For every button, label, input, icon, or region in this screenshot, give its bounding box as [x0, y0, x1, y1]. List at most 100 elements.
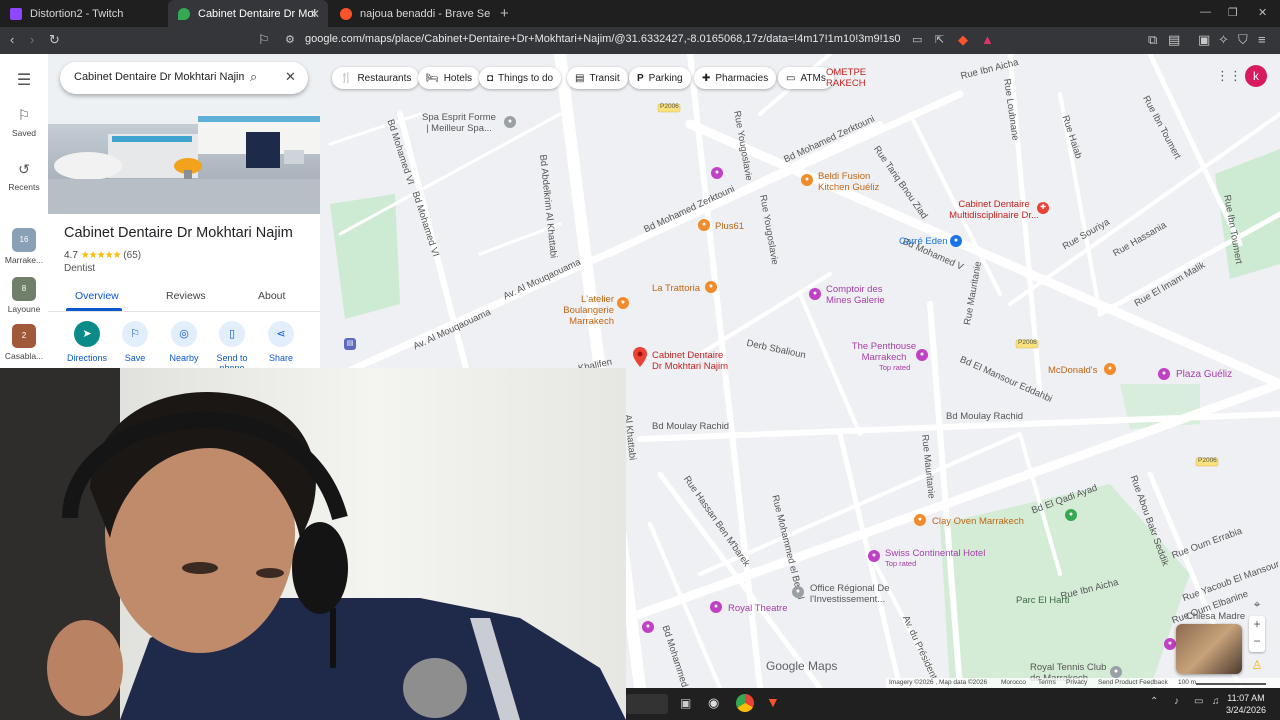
- tab-brave-search[interactable]: najoua benaddi - Brave Search: [330, 0, 490, 27]
- rating-row[interactable]: 4.7 ★★★★★ (65): [64, 250, 141, 261]
- rail-item-marrakech[interactable]: 16 Marrake...: [0, 228, 48, 265]
- cast-icon[interactable]: ▭: [912, 32, 922, 48]
- extensions-icon[interactable]: ⧉: [1148, 32, 1157, 48]
- poi-marker-icon[interactable]: ●: [1110, 666, 1122, 678]
- site-info-icon[interactable]: ⚙: [285, 32, 295, 48]
- poi-cabinet-dentaire-multidisciplinaire[interactable]: Cabinet Dentaire Multidisciplinaire Dr..…: [944, 199, 1044, 221]
- menu-icon[interactable]: ≡: [1258, 32, 1266, 48]
- tab-about[interactable]: About: [258, 290, 285, 302]
- restaurant-marker-icon[interactable]: ●: [801, 174, 813, 186]
- health-marker-icon[interactable]: ✚: [1037, 202, 1049, 214]
- zoom-in-button[interactable]: +: [1249, 616, 1265, 633]
- pegman-icon[interactable]: ♙: [1250, 658, 1264, 676]
- clear-search-icon[interactable]: ✕: [285, 69, 296, 85]
- maximize-icon[interactable]: ❐: [1228, 6, 1238, 19]
- restaurant-marker-icon[interactable]: ●: [698, 219, 710, 231]
- close-window-icon[interactable]: ✕: [1258, 6, 1267, 19]
- region-link[interactable]: Morocco: [1001, 679, 1026, 686]
- poi-spa-esprit-forme[interactable]: Spa Esprit Forme | Meilleur Spa...: [422, 112, 496, 134]
- privacy-link[interactable]: Privacy: [1066, 679, 1087, 686]
- zoom-out-button[interactable]: −: [1249, 633, 1265, 650]
- apps-grid-icon[interactable]: ⋮⋮: [1216, 68, 1242, 84]
- sidebar-icon[interactable]: ▤: [1168, 32, 1180, 48]
- place-marker-icon[interactable]: ●: [1164, 638, 1176, 650]
- chip-restaurants[interactable]: 🍴 Restaurants: [332, 67, 420, 89]
- poi-clay-oven[interactable]: Clay Oven Marrakech: [932, 516, 1024, 527]
- theatre-marker-icon[interactable]: ●: [710, 601, 722, 613]
- poi-beldi-fusion[interactable]: Beldi Fusion Kitchen Guéliz: [818, 171, 886, 193]
- rail-item-recents[interactable]: ↺ Recents: [0, 161, 48, 192]
- hotel-marker-icon[interactable]: ●: [868, 550, 880, 562]
- rail-item-layoune[interactable]: 8 Layoune: [0, 277, 48, 314]
- review-count[interactable]: (65): [123, 250, 141, 261]
- poi-marker-icon[interactable]: ●: [792, 586, 804, 598]
- bus-stop-icon[interactable]: ▤: [344, 338, 356, 350]
- poi-comptoir-des-mines[interactable]: Comptoir des Mines Galerie: [826, 284, 896, 306]
- restaurant-marker-icon[interactable]: ●: [617, 297, 629, 309]
- nearby-button[interactable]: ◎ Nearby: [159, 321, 209, 363]
- volume-icon[interactable]: ♫: [1212, 696, 1220, 707]
- tab-reviews[interactable]: Reviews: [166, 290, 206, 302]
- bookmark-page-icon[interactable]: ⚐: [258, 32, 270, 48]
- place-category[interactable]: Dentist: [64, 263, 95, 274]
- address-bar[interactable]: google.com/maps/place/Cabinet+Dentaire+D…: [305, 33, 900, 45]
- poi-la-trattoria[interactable]: La Trattoria: [652, 283, 700, 294]
- wallet-icon[interactable]: ▣: [1198, 32, 1210, 48]
- taskbar-search[interactable]: [626, 694, 668, 714]
- task-view-icon[interactable]: ▣: [680, 696, 691, 710]
- forward-icon[interactable]: ›: [30, 32, 34, 48]
- restaurant-marker-icon[interactable]: ●: [914, 514, 926, 526]
- street-view-thumbnail[interactable]: [1176, 624, 1242, 674]
- reload-icon[interactable]: ↻: [49, 32, 60, 48]
- chip-parking[interactable]: P Parking: [629, 67, 691, 89]
- search-input[interactable]: [74, 71, 244, 83]
- tab-twitch[interactable]: Distortion2 - Twitch: [0, 0, 168, 27]
- brave-rewards-icon[interactable]: ▲: [981, 32, 994, 48]
- directions-button[interactable]: ➤ Directions: [62, 321, 112, 363]
- restaurant-marker-icon[interactable]: ●: [705, 281, 717, 293]
- chrome-icon[interactable]: [736, 694, 754, 712]
- account-avatar[interactable]: k: [1245, 65, 1267, 87]
- vpn-icon[interactable]: ⛉: [1238, 32, 1248, 48]
- send-to-phone-button[interactable]: ▯ Send to phone: [207, 321, 257, 368]
- new-tab-button[interactable]: +: [500, 5, 509, 22]
- poi-latelier-boulangerie[interactable]: L'atelier Boulangerie Marrakech: [530, 294, 614, 327]
- chip-things-to-do[interactable]: ◘ Things to do: [479, 67, 562, 89]
- terms-link[interactable]: Terms: [1038, 679, 1056, 686]
- place-marker-icon[interactable]: ●: [711, 167, 723, 179]
- share-button[interactable]: ⋖ Share: [256, 321, 306, 363]
- restaurant-marker-icon[interactable]: ●: [1104, 363, 1116, 375]
- obs-icon[interactable]: ◉: [708, 695, 719, 711]
- leo-ai-icon[interactable]: ✧: [1218, 32, 1229, 48]
- chip-hotels[interactable]: 🛏 Hotels: [418, 67, 481, 89]
- poi-plaza-gueliz[interactable]: Plaza Guéliz: [1176, 369, 1232, 380]
- brave-icon[interactable]: ▼: [766, 694, 780, 710]
- share-page-icon[interactable]: ⇱: [935, 32, 944, 48]
- chip-transit[interactable]: ▤ Transit: [567, 67, 628, 89]
- poi-clipped-label[interactable]: ОМЕТРЕ RAKECH: [826, 67, 868, 89]
- clock[interactable]: 11:07 AM 3/24/2026: [1226, 692, 1266, 716]
- poi-the-penthouse[interactable]: The Penthouse Marrakech: [848, 341, 920, 363]
- poi-chiesa-madre[interactable]: Chiesa Madre: [1186, 611, 1245, 622]
- poi-swiss-continental[interactable]: Swiss Continental Hotel: [885, 548, 985, 559]
- my-location-icon[interactable]: ⌖: [1249, 597, 1265, 613]
- rail-item-casablanca[interactable]: 2 Casabla...: [0, 324, 48, 361]
- gallery-marker-icon[interactable]: ●: [809, 288, 821, 300]
- back-icon[interactable]: ‹: [10, 32, 14, 48]
- feedback-link[interactable]: Send Product Feedback: [1098, 679, 1168, 686]
- poi-parc-el-harti[interactable]: Parc El Harti: [1016, 595, 1069, 606]
- poi-royal-theatre[interactable]: Royal Theatre: [728, 603, 788, 614]
- shopping-marker-icon[interactable]: ●: [950, 235, 962, 247]
- selected-place-pin[interactable]: [633, 347, 647, 367]
- menu-button[interactable]: ☰: [0, 70, 48, 94]
- poi-mcdonalds[interactable]: McDonald's: [1048, 365, 1097, 376]
- rail-item-saved[interactable]: ⚐ Saved: [0, 107, 48, 138]
- park-marker-icon[interactable]: ●: [1065, 509, 1077, 521]
- place-marker-icon[interactable]: ●: [642, 621, 654, 633]
- search-icon[interactable]: ⌕: [250, 69, 257, 85]
- tray-chevron-icon[interactable]: ⌃: [1150, 696, 1158, 707]
- tab-google-maps[interactable]: Cabinet Dentaire Dr Mokhtari N... ✕: [168, 0, 328, 27]
- nightlife-marker-icon[interactable]: ●: [916, 349, 928, 361]
- brave-shields-icon[interactable]: ◆: [958, 32, 968, 48]
- tab-overview[interactable]: Overview: [75, 290, 119, 302]
